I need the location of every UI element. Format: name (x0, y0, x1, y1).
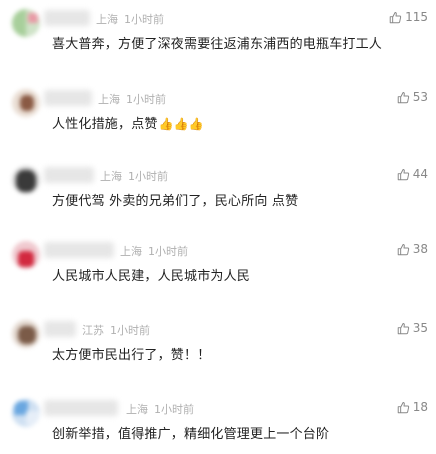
like-count: 53 (412, 90, 428, 104)
comment-time: 1小时前 (148, 245, 188, 258)
username-blurred[interactable] (44, 10, 90, 26)
comment-text: 方便代驾 外卖的兄弟们了，民心所向 点赞 (52, 190, 298, 209)
comment-item: 上海 1小时前 18 创新举措，值得推广，精细化管理更上一个台阶 (0, 396, 436, 454)
comment-item: 上海 1小时前 115 喜大普奔，方便了深夜需要往返浦东浦西的电瓶车打工人 (0, 6, 436, 80)
thumbs-up-outline-icon (397, 168, 409, 180)
comment-body: 方便代驾 外卖的兄弟们了，民心所向 点赞 (52, 194, 299, 209)
like-button[interactable]: 115 (389, 10, 428, 24)
thumbs-up-outline-icon (397, 322, 409, 334)
like-count: 18 (412, 400, 428, 414)
user-avatar[interactable] (12, 399, 40, 427)
thumbs-up-outline-icon (389, 11, 402, 23)
comment-item: 上海 1小时前 44 方便代驾 外卖的兄弟们了，民心所向 点赞 (0, 163, 436, 237)
like-count: 115 (405, 10, 428, 24)
like-count: 44 (412, 167, 428, 181)
comment-meta: 上海 1小时前 (98, 91, 166, 107)
comment-body: 人性化措施，点赞 (52, 117, 158, 132)
comment-item: 上海 1小时前 38 人民城市人民建，人民城市为人民 (0, 238, 436, 312)
like-count: 35 (412, 321, 428, 335)
like-count: 38 (412, 242, 428, 256)
comment-meta: 上海 1小时前 (100, 168, 168, 184)
user-avatar[interactable] (12, 320, 40, 348)
comment-location: 上海 (120, 245, 142, 258)
user-avatar[interactable] (12, 241, 40, 269)
comment-time: 1小时前 (128, 170, 168, 183)
comment-meta: 上海 1小时前 (96, 11, 164, 27)
comment-item: 上海 1小时前 53 人性化措施，点赞👍👍👍 (0, 86, 436, 160)
comment-body: 喜大普奔，方便了深夜需要往返浦东浦西的电瓶车打工人 (52, 37, 383, 52)
thumbs-up-outline-icon (397, 243, 409, 255)
comment-meta: 江苏 1小时前 (82, 322, 150, 338)
thumbs-up-outline-icon (397, 401, 409, 413)
username-blurred[interactable] (44, 90, 92, 106)
comment-time: 1小时前 (126, 93, 166, 106)
comment-text: 人民城市人民建，人民城市为人民 (52, 265, 250, 284)
user-avatar[interactable] (12, 166, 40, 194)
thumbs-up-outline-icon (397, 91, 409, 103)
like-button[interactable]: 18 (397, 400, 428, 414)
like-button[interactable]: 35 (397, 321, 428, 335)
comment-text: 喜大普奔，方便了深夜需要往返浦东浦西的电瓶车打工人 (52, 33, 382, 52)
comment-location: 上海 (126, 403, 148, 416)
comment-location: 上海 (96, 13, 118, 26)
username-blurred[interactable] (44, 242, 114, 258)
comment-time: 1小时前 (110, 324, 150, 337)
thumbs-up-emoji-icon: 👍👍👍 (158, 117, 205, 131)
comment-time: 1小时前 (124, 13, 164, 26)
comment-time: 1小时前 (154, 403, 194, 416)
comment-body: 人民城市人民建，人民城市为人民 (52, 269, 251, 284)
user-avatar[interactable] (12, 89, 40, 117)
username-blurred[interactable] (44, 167, 94, 183)
comment-location: 上海 (98, 93, 120, 106)
comment-location: 江苏 (82, 324, 104, 337)
user-avatar[interactable] (12, 9, 40, 37)
username-blurred[interactable] (44, 321, 76, 337)
comment-meta: 上海 1小时前 (120, 243, 188, 259)
comment-body: 创新举措，值得推广，精细化管理更上一个台阶 (52, 427, 330, 442)
like-button[interactable]: 44 (397, 167, 428, 181)
comment-location: 上海 (100, 170, 122, 183)
comment-text: 创新举措，值得推广，精细化管理更上一个台阶 (52, 423, 329, 442)
comment-meta: 上海 1小时前 (126, 401, 194, 417)
comment-text: 太方便市民出行了，赞！！ (52, 344, 210, 363)
like-button[interactable]: 38 (397, 242, 428, 256)
comment-item: 江苏 1小时前 35 太方便市民出行了，赞！！ (0, 317, 436, 391)
comment-feed: 上海 1小时前 115 喜大普奔，方便了深夜需要往返浦东浦西的电瓶车打工人 上海 1… (0, 0, 436, 454)
username-blurred[interactable] (44, 400, 118, 416)
like-button[interactable]: 53 (397, 90, 428, 104)
comment-body: 太方便市民出行了，赞！！ (52, 348, 211, 363)
comment-text: 人性化措施，点赞👍👍👍 (52, 113, 204, 132)
